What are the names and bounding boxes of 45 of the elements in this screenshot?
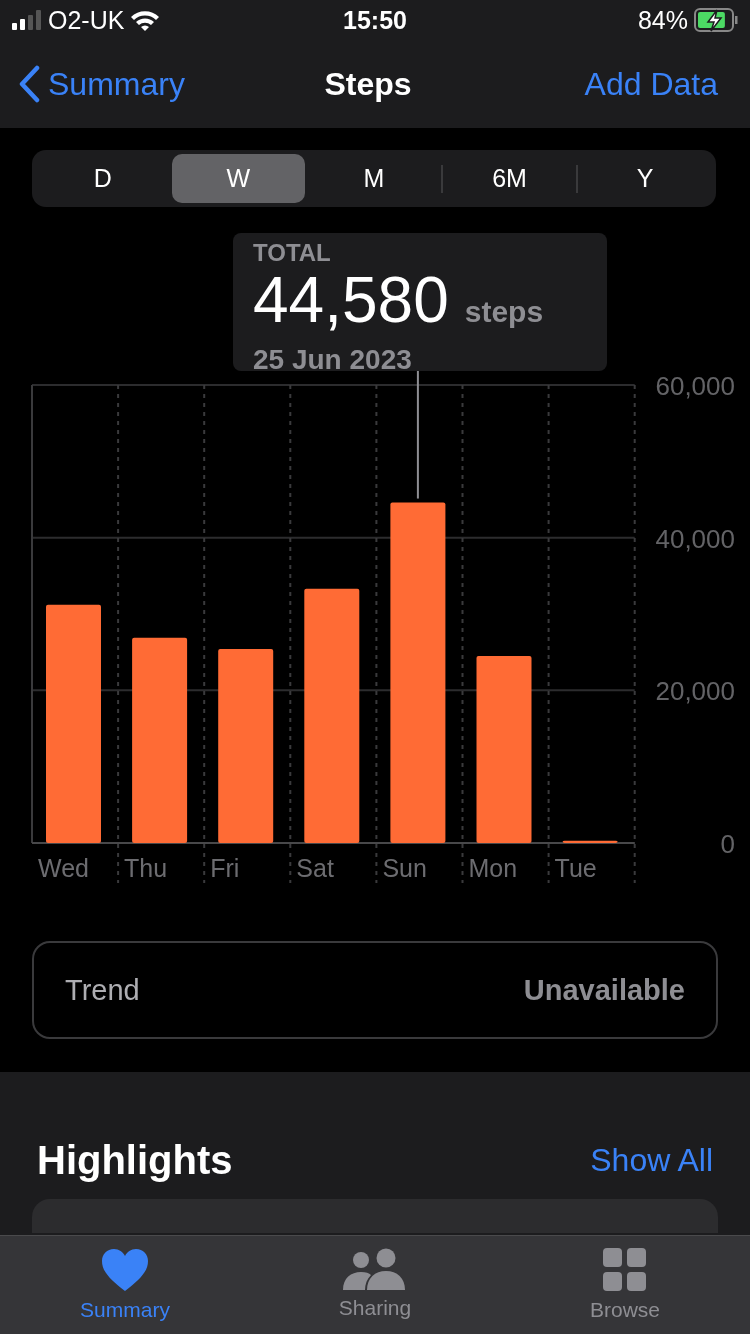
step-bar[interactable] — [390, 502, 446, 843]
add-data-button[interactable]: Add Data — [584, 65, 718, 102]
back-button[interactable]: Summary — [18, 65, 252, 103]
day-label: Fri — [210, 854, 240, 882]
tab-bar-item[interactable]: Summary — [0, 1236, 250, 1334]
range-tab[interactable]: D — [36, 154, 170, 203]
trend-value: Unavailable — [523, 973, 685, 1007]
total-label: TOTAL — [253, 239, 332, 267]
date-label: 25 Jun 2023 — [253, 345, 413, 375]
day-label: Mon — [468, 854, 518, 882]
carrier-name: O2-UK — [48, 5, 125, 35]
tab-bar-item[interactable]: Sharing — [250, 1236, 500, 1334]
day-label: Thu — [124, 854, 168, 882]
total-value: 44,580 — [253, 267, 449, 333]
heart-icon — [101, 1248, 149, 1292]
grid-icon — [603, 1248, 647, 1292]
chevron-left-icon — [18, 65, 40, 103]
wifi-icon — [130, 9, 161, 31]
page-title: Steps — [324, 65, 412, 102]
day-label: Tue — [554, 854, 597, 882]
step-bar[interactable] — [562, 840, 618, 843]
trend-card[interactable]: Trend Unavailable — [32, 941, 718, 1039]
show-all-link[interactable]: Show All — [590, 1142, 713, 1179]
trend-label: Trend — [65, 973, 140, 1007]
unit-label: steps — [464, 294, 544, 330]
day-label: Sun — [382, 854, 427, 882]
battery-percent: 84% — [637, 5, 688, 35]
step-bar[interactable] — [304, 588, 360, 843]
people-icon — [343, 1248, 407, 1290]
step-bar[interactable] — [132, 637, 188, 843]
range-tab[interactable]: M — [307, 154, 441, 203]
day-label: Sat — [296, 854, 334, 882]
clock-time: 15:50 — [343, 5, 407, 35]
signal-icon — [12, 10, 42, 30]
day-label: Wed — [38, 854, 89, 882]
axis-label: 0 — [720, 829, 735, 859]
axis-label: 20,000 — [655, 676, 735, 707]
axis-label: 60,000 — [655, 371, 735, 401]
range-tab[interactable]: Y — [578, 154, 712, 203]
range-tab[interactable]: W — [171, 154, 306, 203]
tab-bar-item[interactable]: Browse — [500, 1236, 750, 1334]
axis-label: 40,000 — [655, 523, 735, 554]
step-bar[interactable] — [476, 656, 532, 843]
section-title: Highlights — [37, 1138, 233, 1183]
range-tab[interactable]: 6M — [442, 154, 577, 203]
